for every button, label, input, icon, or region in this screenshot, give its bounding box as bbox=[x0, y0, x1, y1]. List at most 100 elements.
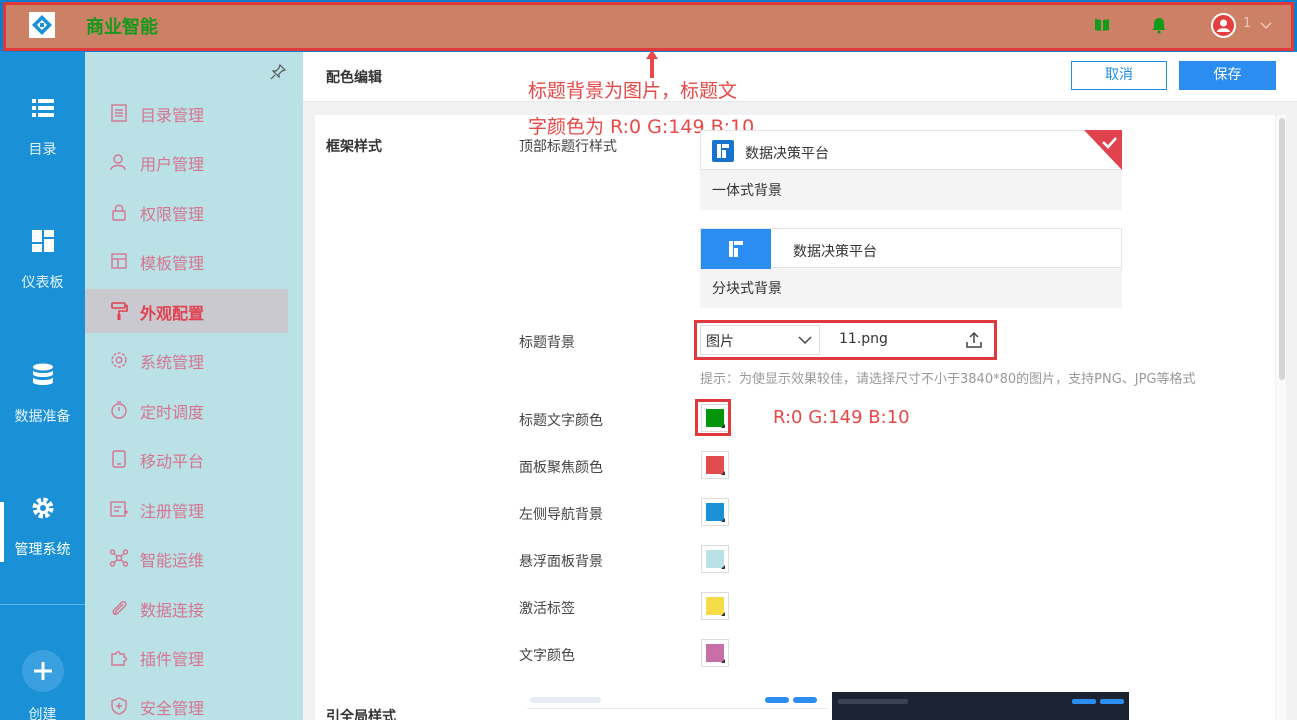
color-swatch[interactable] bbox=[701, 639, 729, 667]
list-doc-icon bbox=[111, 104, 127, 122]
preview-divider bbox=[527, 708, 827, 709]
preview-bar bbox=[1072, 699, 1096, 704]
style-option-integrated[interactable]: 数据决策平台 一体式背景 bbox=[700, 130, 1122, 210]
layout-preview-light[interactable] bbox=[527, 690, 827, 720]
swatch-dropdown-icon bbox=[721, 518, 725, 522]
top-title-style-label: 顶部标题行样式 bbox=[519, 139, 617, 155]
lock-icon bbox=[112, 204, 126, 221]
color-field-label: 左侧导航背景 bbox=[519, 507, 603, 523]
annotation-color-text: R:0 G:149 B:10 bbox=[773, 407, 910, 428]
shield-icon bbox=[111, 697, 127, 715]
rail-item-data-prep[interactable]: 数据准备 bbox=[0, 362, 85, 442]
user-icon bbox=[110, 154, 126, 171]
style-option-preview: 数据决策平台 bbox=[700, 228, 1122, 269]
bell-icon[interactable] bbox=[1150, 16, 1168, 34]
submenu-item[interactable]: 系统管理 bbox=[85, 338, 303, 382]
title-bg-highlight-box bbox=[694, 320, 997, 360]
scrollbar-thumb[interactable] bbox=[1279, 118, 1285, 380]
submenu-item-label: 模板管理 bbox=[140, 254, 205, 273]
section-frame-style: 框架样式 bbox=[326, 139, 382, 155]
style-option-caption: 一体式背景 bbox=[712, 183, 782, 199]
color-field-label: 面板聚焦颜色 bbox=[519, 460, 603, 476]
submenu-item-label: 智能运维 bbox=[140, 551, 205, 570]
pin-icon[interactable] bbox=[269, 63, 287, 81]
save-button[interactable]: 保存 bbox=[1179, 61, 1276, 90]
gear-icon bbox=[32, 497, 54, 519]
submenu-item[interactable]: 数据连接 bbox=[85, 586, 303, 630]
rail-item-create[interactable]: 创建 bbox=[0, 660, 85, 720]
rail-label: 仪表板 bbox=[21, 275, 64, 291]
rail-divider bbox=[0, 604, 85, 605]
preview-bar bbox=[1100, 699, 1124, 704]
style-option-title: 数据决策平台 bbox=[745, 146, 829, 162]
register-icon bbox=[110, 501, 128, 517]
preview-bar bbox=[765, 697, 789, 703]
rail-item-dashboard[interactable]: 仪表板 bbox=[0, 228, 85, 308]
paperclip-icon bbox=[112, 600, 127, 616]
submenu-item[interactable]: 权限管理 bbox=[85, 190, 303, 234]
submenu-item-label: 系统管理 bbox=[140, 353, 205, 372]
user-name[interactable]: 1 bbox=[1243, 16, 1251, 31]
submenu-item[interactable]: 外观配置 bbox=[85, 289, 288, 333]
app-logo-icon bbox=[29, 12, 55, 38]
paint-roller-icon bbox=[111, 302, 128, 320]
fine-logo-icon bbox=[712, 140, 734, 162]
swatch-dropdown-icon bbox=[721, 612, 725, 616]
annotation-arrow-icon bbox=[646, 50, 658, 78]
submenu-item[interactable]: 移动平台 bbox=[85, 437, 303, 481]
rail-item-catalog[interactable]: 目录 bbox=[0, 95, 85, 175]
submenu-item-label: 注册管理 bbox=[140, 502, 205, 521]
user-avatar[interactable] bbox=[1211, 13, 1236, 38]
chevron-down-icon[interactable] bbox=[1259, 18, 1273, 32]
submenu-item[interactable]: 插件管理 bbox=[85, 635, 303, 679]
cancel-button[interactable]: 取消 bbox=[1071, 61, 1167, 90]
settings-icon bbox=[111, 352, 127, 368]
submenu-item[interactable]: 模板管理 bbox=[85, 239, 303, 283]
rail-label: 目录 bbox=[28, 142, 57, 158]
dashboard-icon bbox=[32, 230, 54, 252]
puzzle-icon bbox=[111, 651, 127, 666]
title-bg-hint: 提示：为使显示效果较佳，请选择尺寸不小于3840*80的图片，支持PNG、JPG… bbox=[700, 372, 1196, 387]
color-field-label: 悬浮面板背景 bbox=[519, 554, 603, 570]
color-swatch[interactable] bbox=[701, 498, 729, 526]
submenu-item-label: 定时调度 bbox=[140, 403, 205, 422]
title-bg-label: 标题背景 bbox=[519, 335, 575, 351]
preview-bar bbox=[530, 697, 601, 703]
network-icon bbox=[109, 549, 129, 567]
layout-preview-dark[interactable] bbox=[832, 692, 1129, 720]
color-field-label: 标题文字颜色 bbox=[519, 413, 603, 429]
submenu-item[interactable]: 智能运维 bbox=[85, 536, 303, 580]
color-swatch[interactable] bbox=[701, 592, 729, 620]
selected-check-icon bbox=[1084, 130, 1122, 170]
section-global-style: 引全局样式 bbox=[326, 709, 396, 720]
book-icon[interactable] bbox=[1093, 16, 1111, 34]
rail-item-management[interactable]: 管理系统 bbox=[0, 495, 85, 575]
submenu-item[interactable]: 用户管理 bbox=[85, 140, 303, 184]
annotation-text: 标题背景为图片，标题文 bbox=[528, 80, 738, 102]
submenu-item[interactable]: 安全管理 bbox=[85, 684, 303, 720]
tablet-icon bbox=[112, 450, 126, 468]
style-option-preview: 数据决策平台 bbox=[700, 130, 1122, 170]
submenu-item[interactable]: 定时调度 bbox=[85, 388, 303, 432]
list-icon bbox=[32, 99, 54, 117]
rail-label: 创建 bbox=[28, 707, 57, 720]
submenu-item-label: 用户管理 bbox=[140, 155, 205, 174]
submenu-item-label: 目录管理 bbox=[140, 106, 205, 125]
user-avatar-icon bbox=[1217, 19, 1230, 32]
color-swatch[interactable] bbox=[701, 451, 729, 479]
swatch-dropdown-icon bbox=[721, 659, 725, 663]
database-icon bbox=[33, 363, 53, 385]
submenu-item-label: 权限管理 bbox=[140, 205, 205, 224]
fine-logo-icon bbox=[729, 241, 743, 257]
submenu-item-label: 数据连接 bbox=[140, 601, 205, 620]
submenu-item[interactable]: 注册管理 bbox=[85, 487, 303, 531]
rail-label: 数据准备 bbox=[14, 409, 71, 425]
style-option-title: 数据决策平台 bbox=[793, 244, 877, 260]
color-swatch[interactable] bbox=[701, 545, 729, 573]
style-option-block[interactable]: 数据决策平台 分块式背景 bbox=[700, 228, 1122, 308]
submenu-item-label: 安全管理 bbox=[140, 699, 205, 718]
block-logo-area bbox=[701, 229, 771, 269]
submenu-item-label: 插件管理 bbox=[140, 650, 205, 669]
swatch-dropdown-icon bbox=[721, 565, 725, 569]
submenu-item[interactable]: 目录管理 bbox=[85, 91, 303, 135]
